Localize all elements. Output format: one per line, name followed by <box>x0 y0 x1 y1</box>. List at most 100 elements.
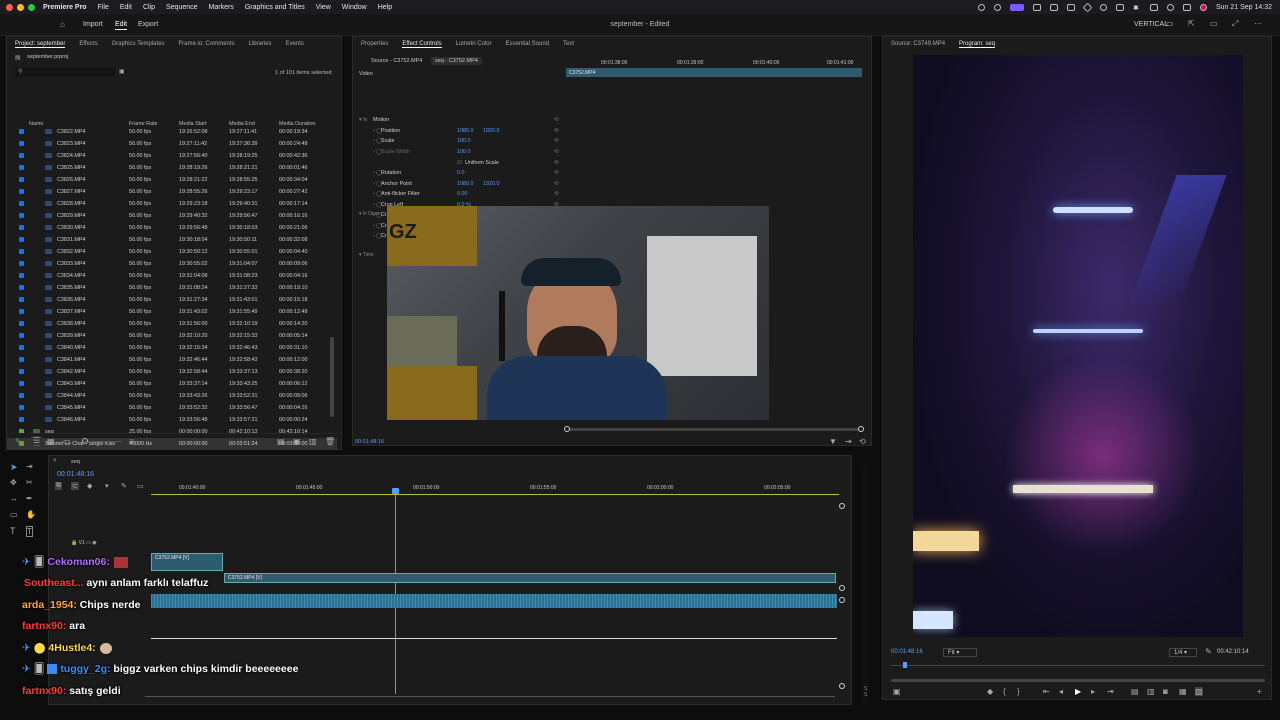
table-row[interactable]: C3822.MP4 50.00 fps 19:26:52:08 19:27:11:41… <box>7 126 337 138</box>
opacity-section[interactable]: ▾ fx Opac <box>359 211 380 217</box>
label-color-chip[interactable] <box>19 129 24 134</box>
add-button-icon[interactable]: + <box>1257 687 1262 696</box>
play-icon[interactable]: ▶ <box>1075 687 1081 696</box>
table-row[interactable]: C3825.MP4 50.00 fps 19:28:19:26 19:28:21:21… <box>7 162 337 174</box>
control-center-icon[interactable] <box>1182 3 1191 11</box>
add-marker-timeline-icon[interactable]: ◆ <box>87 482 92 490</box>
table-row[interactable]: C3834.MP4 50.00 fps 19:31:04:08 19:31:08:23… <box>7 270 337 282</box>
close-seq-icon[interactable]: × <box>53 458 57 464</box>
cloud-icon[interactable] <box>993 3 1001 11</box>
filter-icon[interactable]: ▼ <box>829 437 837 446</box>
effect-prop-value[interactable]: 1080.0 <box>457 181 474 187</box>
table-row[interactable]: C3839.MP4 50.00 fps 19:32:10:20 19:32:15:33… <box>7 330 337 342</box>
label-color-chip[interactable] <box>19 189 24 194</box>
table-row[interactable]: C3838.MP4 50.00 fps 19:31:56:00 19:32:10:19… <box>7 318 337 330</box>
label-color-chip[interactable] <box>19 201 24 206</box>
new-bin-icon[interactable]: ▣ <box>119 68 125 75</box>
clip-v1[interactable]: C3752.MP4 [V] <box>224 573 836 583</box>
tab-program[interactable]: Program: seq <box>959 41 996 48</box>
menu-edit[interactable]: Edit <box>120 4 132 11</box>
freeform-view-icon[interactable]: ▭ <box>63 437 71 446</box>
search-input[interactable]: ⚲ <box>15 67 115 77</box>
label-color-chip[interactable] <box>19 261 24 266</box>
close-window-button[interactable] <box>6 3 13 11</box>
quick-export-icon[interactable]: ▭ <box>1210 19 1218 28</box>
table-row[interactable]: C3836.MP4 50.00 fps 19:31:27:34 19:31:43:01… <box>7 294 337 306</box>
razor-tool-icon[interactable]: ✂ <box>26 478 33 487</box>
stopwatch-icon[interactable]: › ◯ <box>373 191 382 197</box>
reset-parameter-icon[interactable]: ⟲ <box>554 149 559 155</box>
workspace-label[interactable]: VERTICAL <box>1134 21 1168 28</box>
track-select-icon[interactable]: ⇥ <box>26 462 33 471</box>
source-clip-tab[interactable]: Source - C3752.MP4 <box>371 58 422 64</box>
label-color-chip[interactable] <box>19 297 24 302</box>
menu-window[interactable]: Window <box>342 4 367 11</box>
step-back-icon[interactable]: ◂ <box>1059 687 1063 696</box>
trash-icon[interactable]: 🗑 <box>325 437 335 446</box>
reset-parameter-icon[interactable]: ⟲ <box>554 117 559 123</box>
audio-waveform-a1[interactable] <box>151 594 837 608</box>
seq-tab[interactable]: seq <box>71 459 80 465</box>
program-scrub-bar[interactable] <box>891 665 1265 666</box>
effect-prop-value[interactable]: 0.00 <box>457 191 468 197</box>
label-color-chip[interactable] <box>19 141 24 146</box>
table-row[interactable]: C3831.MP4 50.00 fps 19:30:18:04 19:30:50:11… <box>7 234 337 246</box>
play-icon[interactable] <box>1099 3 1107 11</box>
window-icon[interactable] <box>1066 3 1075 11</box>
tab-source[interactable]: Source: C3749.MP4 <box>891 41 945 47</box>
type-tool-icon[interactable]: T <box>10 526 16 536</box>
label-color-chip[interactable] <box>19 357 24 362</box>
tab-frameio[interactable]: Frame.io: Comments <box>179 41 235 47</box>
uniform-scale-checkbox[interactable]: ☑ <box>457 160 462 166</box>
scrollbar-handle-right[interactable] <box>858 426 864 432</box>
insert-icon[interactable]: ▤ <box>1131 687 1139 696</box>
tab-project[interactable]: Project: september <box>15 41 66 48</box>
table-row[interactable]: C3844.MP4 50.00 fps 19:33:43:26 19:33:52:31… <box>7 390 337 402</box>
label-color-chip[interactable] <box>19 345 24 350</box>
record-icon[interactable] <box>977 3 985 11</box>
stopwatch-icon[interactable]: ▾ fx <box>359 117 367 123</box>
clip-v2[interactable]: C3752.MP4 [V] <box>151 553 223 571</box>
effect-prop-value[interactable]: 100.0 <box>457 138 471 144</box>
scrollbar[interactable] <box>330 337 334 417</box>
table-row[interactable]: C3840.MP4 50.00 fps 19:32:15:34 19:32:46:43… <box>7 342 337 354</box>
seq-clip-tab[interactable]: seq - C3752.MP4 <box>431 57 482 65</box>
program-timecode[interactable]: 00:01:48:16 <box>891 649 923 655</box>
label-color-chip[interactable] <box>19 381 24 386</box>
menu-markers[interactable]: Markers <box>209 4 234 11</box>
find-icon[interactable]: ▣ <box>293 437 301 446</box>
effect-prop-value[interactable]: 1920.0 <box>483 181 500 187</box>
bluetooth-icon[interactable]: ✱ <box>1133 4 1141 12</box>
display-icon[interactable] <box>1032 3 1041 11</box>
effects-timecode[interactable]: 00:01:48:16 <box>355 439 384 445</box>
mark-in-icon[interactable]: { <box>1003 687 1006 696</box>
playhead-handle[interactable] <box>392 488 399 494</box>
tab-essential-sound[interactable]: Essential Sound <box>506 41 549 47</box>
table-row[interactable]: C3845.MP4 50.00 fps 19:33:52:32 19:33:56:47… <box>7 402 337 414</box>
stopwatch-icon[interactable]: › ◯ <box>373 181 382 187</box>
stopwatch-icon[interactable]: › ◯ <box>373 138 382 144</box>
effect-clip-bar[interactable]: C3752.MP4 <box>566 68 862 77</box>
zoom-window-button[interactable] <box>28 3 35 11</box>
snap-icon[interactable]: ⧉ <box>55 482 62 490</box>
overwrite-icon[interactable]: ▥ <box>1147 687 1155 696</box>
stopwatch-icon[interactable]: › ◯ <box>373 223 382 229</box>
table-row[interactable]: C3837.MP4 50.00 fps 19:31:43:02 19:31:55:49… <box>7 306 337 318</box>
table-row[interactable]: C3827.MP4 50.00 fps 19:28:55:26 19:29:23:17… <box>7 186 337 198</box>
label-color-chip[interactable] <box>19 393 24 398</box>
table-row[interactable]: C3833.MP4 50.00 fps 19:30:55:02 19:31:04:07… <box>7 258 337 270</box>
new-item-icon[interactable]: ▥ <box>309 437 317 446</box>
grid-icon[interactable] <box>1049 3 1058 11</box>
tab-graphics-templates[interactable]: Graphics Templates <box>112 41 165 47</box>
effects-scrollbar[interactable] <box>564 426 864 432</box>
list-view-icon[interactable]: ☰ <box>31 436 43 445</box>
work-area-bar[interactable] <box>151 494 839 495</box>
tab-text[interactable]: Text <box>563 41 574 47</box>
marker-icon[interactable]: ▣ <box>893 687 901 696</box>
pencil-icon[interactable]: ✎ <box>15 437 22 446</box>
menu-help[interactable]: Help <box>378 4 392 11</box>
tab-events[interactable]: Events <box>286 41 304 47</box>
screen-share-icon[interactable] <box>1009 3 1024 11</box>
label-color-chip[interactable] <box>19 405 24 410</box>
pen-tool-icon[interactable]: ✒ <box>26 494 33 503</box>
